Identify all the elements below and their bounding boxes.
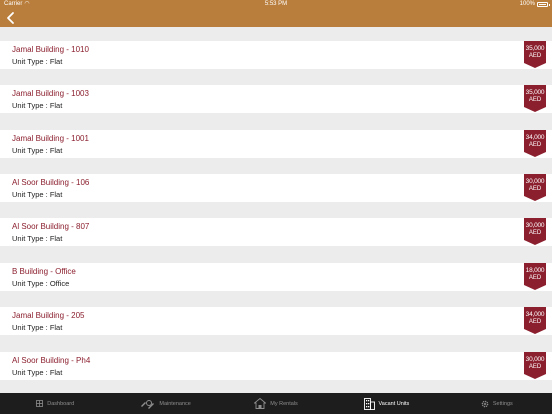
price-currency: AED — [528, 97, 542, 103]
unit-name: Jamal Building - 1001 — [12, 134, 89, 143]
battery-percent: 100% — [519, 1, 535, 7]
price-badge: 34,000 AED — [524, 130, 546, 157]
unit-row[interactable]: Al Soor Building - Ph4 Unit Type : Flat … — [0, 352, 552, 380]
price-badge: 35,000 AED — [524, 41, 546, 68]
price-badge: 30,000 AED — [524, 218, 546, 245]
unit-type-label: Unit Type : — [12, 101, 48, 110]
tab-label: Maintenance — [159, 400, 191, 407]
unit-type: Unit Type : Flat — [12, 234, 62, 243]
building-icon — [363, 397, 375, 410]
price-amount: 34,000 — [525, 134, 545, 141]
back-button[interactable] — [4, 11, 18, 25]
price-badge: 30,000 AED — [524, 352, 546, 379]
tab-settings[interactable]: Settings — [442, 393, 552, 414]
tab-label: My Rentals — [270, 400, 298, 407]
unit-name: Jamal Building - 205 — [12, 311, 85, 320]
tab-vacant-units[interactable]: Vacant Units — [331, 393, 441, 414]
unit-name: B Building - Office — [12, 267, 76, 276]
unit-type-value: Office — [49, 279, 70, 288]
unit-name: Jamal Building - 1010 — [12, 45, 89, 54]
unit-row[interactable]: Jamal Building - 205 Unit Type : Flat 34… — [0, 307, 552, 335]
price-badge: 18,000 AED — [524, 263, 546, 290]
unit-type: Unit Type : Flat — [12, 57, 62, 66]
maintenance-icon — [141, 399, 155, 409]
unit-row[interactable]: Jamal Building - 1010 Unit Type : Flat 3… — [0, 41, 552, 69]
price-badge: 35,000 AED — [524, 85, 546, 112]
dashboard-icon — [36, 400, 44, 407]
unit-type: Unit Type : Flat — [12, 101, 62, 110]
tab-dashboard[interactable]: Dashboard — [0, 393, 110, 414]
unit-type-value: Flat — [49, 234, 63, 243]
price-currency: AED — [528, 364, 542, 370]
unit-type-label: Unit Type : — [12, 57, 48, 66]
price-amount: 35,000 — [525, 89, 545, 96]
house-icon — [254, 398, 267, 409]
unit-type-label: Unit Type : — [12, 368, 48, 377]
unit-row[interactable]: Jamal Building - 1001 Unit Type : Flat 3… — [0, 130, 552, 158]
unit-name: Al Soor Building - 807 — [12, 222, 90, 231]
unit-type-label: Unit Type : — [12, 323, 48, 332]
unit-type: Unit Type : Flat — [12, 146, 62, 155]
price-amount: 30,000 — [525, 222, 545, 229]
unit-type-label: Unit Type : — [12, 190, 48, 199]
tab-label: Settings — [492, 400, 513, 407]
gear-icon — [481, 400, 489, 407]
unit-type-value: Flat — [49, 57, 63, 66]
unit-type-value: Flat — [49, 368, 63, 377]
vacant-units-list[interactable]: Jamal Building - 1010 Unit Type : Flat 3… — [0, 27, 552, 393]
unit-name: Al Soor Building - Ph4 — [12, 356, 91, 365]
unit-type: Unit Type : Flat — [12, 323, 62, 332]
unit-type-label: Unit Type : — [12, 146, 48, 155]
unit-name: Jamal Building - 1003 — [12, 89, 89, 98]
price-badge: 34,000 AED — [524, 307, 546, 334]
unit-row[interactable]: Al Soor Building - 106 Unit Type : Flat … — [0, 174, 552, 202]
price-amount: 30,000 — [525, 178, 545, 185]
price-amount: 30,000 — [525, 356, 545, 363]
chevron-left-icon — [7, 12, 14, 24]
navigation-bar — [0, 9, 552, 27]
tab-my-rentals[interactable]: My Rentals — [221, 393, 331, 414]
tab-label: Vacant Units — [378, 400, 410, 407]
price-currency: AED — [528, 319, 542, 325]
unit-type-value: Flat — [49, 190, 63, 199]
unit-name: Al Soor Building - 106 — [12, 178, 90, 187]
battery-icon — [537, 2, 550, 7]
price-currency: AED — [528, 275, 542, 281]
unit-type-label: Unit Type : — [12, 234, 48, 243]
status-bar: Carrier ◠ 5:53 PM 100% — [0, 0, 552, 9]
status-time: 5:53 PM — [264, 1, 288, 7]
price-currency: AED — [528, 230, 542, 236]
tab-maintenance[interactable]: Maintenance — [110, 393, 220, 414]
battery-indicator: 100% — [519, 0, 550, 9]
price-currency: AED — [528, 186, 542, 192]
unit-row[interactable]: B Building - Office Unit Type : Office 1… — [0, 263, 552, 291]
price-amount: 35,000 — [525, 45, 545, 52]
unit-row[interactable]: Jamal Building - 1003 Unit Type : Flat 3… — [0, 85, 552, 113]
unit-type-value: Flat — [49, 101, 63, 110]
price-currency: AED — [528, 142, 542, 148]
tab-bar: Dashboard Maintenance My Rentals Vacant … — [0, 393, 552, 414]
price-amount: 34,000 — [525, 311, 545, 318]
unit-type-value: Flat — [49, 323, 63, 332]
price-badge: 30,000 AED — [524, 174, 546, 201]
price-amount: 18,000 — [525, 267, 545, 274]
unit-type-label: Unit Type : — [12, 279, 48, 288]
unit-type: Unit Type : Flat — [12, 190, 62, 199]
unit-type: Unit Type : Flat — [12, 368, 62, 377]
unit-row[interactable]: Al Soor Building - 807 Unit Type : Flat … — [0, 218, 552, 246]
unit-type-value: Flat — [49, 146, 63, 155]
tab-label: Dashboard — [47, 400, 75, 407]
price-currency: AED — [528, 53, 542, 59]
unit-type: Unit Type : Office — [12, 279, 69, 288]
